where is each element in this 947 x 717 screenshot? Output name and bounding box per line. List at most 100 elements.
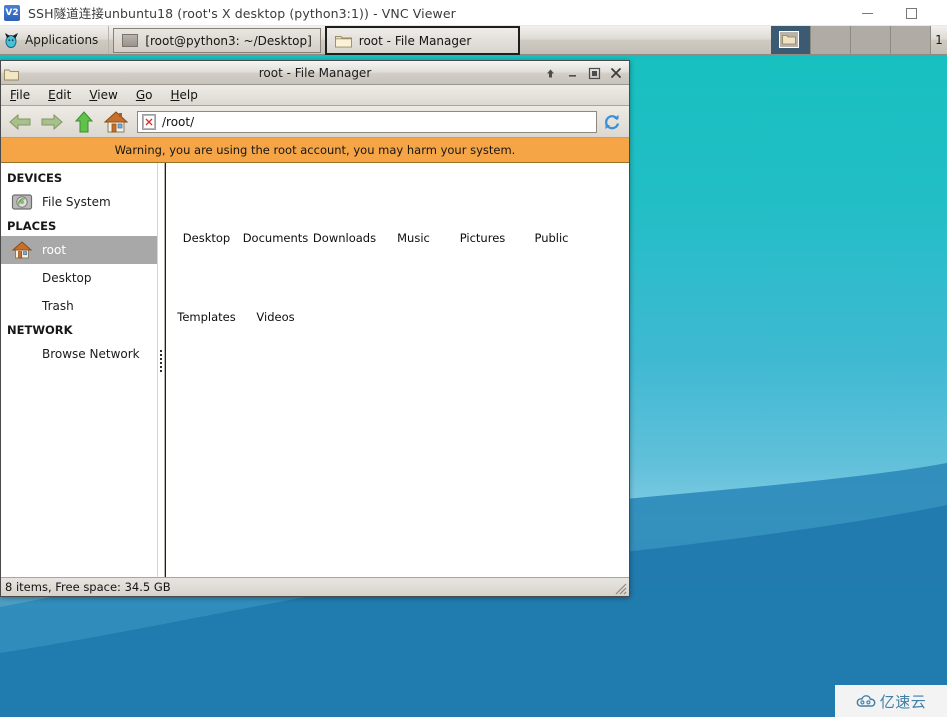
menu-view-label: iew xyxy=(97,88,118,102)
sidebar-item-browse-network[interactable]: Browse Network xyxy=(1,340,157,368)
workspace-pane-4[interactable] xyxy=(891,26,931,54)
file-item-videos-label: Videos xyxy=(256,310,295,324)
vnc-titlebar: V2 SSH隧道连接unbuntu18 (root's X desktop (p… xyxy=(0,0,947,26)
home-icon xyxy=(103,110,129,132)
folder-icon xyxy=(252,183,300,231)
file-item-downloads-label: Downloads xyxy=(312,231,377,245)
arrow-right-icon xyxy=(41,113,63,130)
taskbar-item-terminal[interactable]: [root@python3: ~/Desktop] xyxy=(113,28,321,53)
up-button[interactable] xyxy=(69,108,99,136)
forward-button[interactable] xyxy=(37,108,67,136)
mouse-icon xyxy=(3,32,20,49)
broken-image-icon xyxy=(142,113,156,130)
workspace-pane-2[interactable] xyxy=(811,26,851,54)
terminal-icon xyxy=(122,34,139,47)
vnc-viewer-icon: V2 xyxy=(4,4,20,21)
remote-desktop-canvas[interactable]: Applications [root@python3: ~/Desktop] r… xyxy=(0,26,947,717)
file-item-music-label: Music xyxy=(397,231,430,245)
workspace-switcher[interactable] xyxy=(771,26,931,54)
vnc-minimize-button[interactable] xyxy=(845,0,889,26)
minimize-button[interactable] xyxy=(562,64,582,83)
panel-clock[interactable]: 1 xyxy=(931,26,947,54)
vnc-maximize-button[interactable] xyxy=(889,0,933,26)
file-item-desktop-label: Desktop xyxy=(182,231,231,245)
file-item-templates[interactable]: Templates xyxy=(172,248,241,327)
file-item-public[interactable]: Public xyxy=(517,169,586,248)
sidebar-splitter[interactable] xyxy=(157,163,165,577)
menu-view[interactable]: View xyxy=(80,86,126,104)
taskbar-item-file-manager-label: root - File Manager xyxy=(358,33,472,48)
sidebar-item-trash[interactable]: Trash xyxy=(1,292,157,320)
close-button[interactable] xyxy=(606,64,626,83)
harddisk-icon xyxy=(11,192,33,212)
folder-icon xyxy=(334,34,352,48)
menu-go[interactable]: Go xyxy=(127,86,162,104)
folder-icon xyxy=(390,183,438,231)
minimize-icon xyxy=(568,74,576,77)
workspace-pane-3[interactable] xyxy=(851,26,891,54)
resize-grip[interactable] xyxy=(613,581,627,595)
file-item-downloads[interactable]: Downloads xyxy=(310,169,379,248)
sidebar-item-root-label: root xyxy=(42,243,67,257)
menu-help[interactable]: Help xyxy=(161,86,206,104)
taskbar-item-file-manager[interactable]: root - File Manager xyxy=(324,26,520,55)
sidebar-item-desktop-label: Desktop xyxy=(42,271,92,285)
menu-help-label: elp xyxy=(179,88,198,102)
back-button[interactable] xyxy=(5,108,35,136)
folder-icon xyxy=(459,183,507,231)
watermark: 亿速云 xyxy=(835,685,947,717)
maximize-button[interactable] xyxy=(584,64,604,83)
file-item-pictures[interactable]: Pictures xyxy=(448,169,517,248)
minimize-icon xyxy=(861,12,873,14)
panel-spacer xyxy=(520,26,771,54)
maximize-icon xyxy=(905,7,917,19)
file-item-templates-label: Templates xyxy=(177,310,236,324)
sidebar-item-file-system-label: File System xyxy=(42,195,111,209)
shade-button[interactable] xyxy=(540,64,560,83)
file-manager-menubar: File Edit View Go Help xyxy=(1,85,629,106)
file-manager-window-controls xyxy=(540,61,626,85)
menu-edit[interactable]: Edit xyxy=(39,86,80,104)
arrow-left-icon xyxy=(9,113,31,130)
applications-menu-button[interactable]: Applications xyxy=(0,26,110,54)
file-view[interactable]: Desktop Documents Downloads Music Pictur… xyxy=(165,163,629,577)
path-entry[interactable]: /root/ xyxy=(137,110,597,133)
file-item-public-label: Public xyxy=(534,231,569,245)
sidebar-item-file-system[interactable]: File System xyxy=(1,188,157,216)
sidebar-header-devices: DEVICES xyxy=(7,171,63,185)
sidebar-header-network: NETWORK xyxy=(7,323,73,337)
folder-icon xyxy=(252,262,300,310)
home-button[interactable] xyxy=(101,108,131,136)
vnc-window-title: SSH隧道连接unbuntu18 (root's X desktop (pyth… xyxy=(28,6,456,21)
folder-icon xyxy=(321,183,369,231)
xfce-top-panel: Applications [root@python3: ~/Desktop] r… xyxy=(0,26,947,55)
watermark-text: 亿速云 xyxy=(879,692,927,711)
file-item-pictures-label: Pictures xyxy=(459,231,506,245)
sidebar-item-trash-label: Trash xyxy=(42,299,74,313)
folder-icon xyxy=(183,262,231,310)
file-manager-titlebar[interactable]: root - File Manager xyxy=(1,61,629,85)
file-item-videos[interactable]: Videos xyxy=(241,248,310,327)
taskbar-item-terminal-label: [root@python3: ~/Desktop] xyxy=(145,33,312,48)
maximize-icon xyxy=(588,67,600,79)
file-manager-toolbar: /root/ xyxy=(1,106,629,138)
reload-button[interactable] xyxy=(599,108,625,136)
file-item-documents[interactable]: Documents xyxy=(241,169,310,248)
statusbar-text: 8 items, Free space: 34.5 GB xyxy=(5,580,171,594)
file-icon-grid: Desktop Documents Downloads Music Pictur… xyxy=(172,169,625,327)
sidebar-item-desktop[interactable]: Desktop xyxy=(1,264,157,292)
folder-icon xyxy=(4,66,19,81)
file-manager-title: root - File Manager xyxy=(258,65,372,80)
workspace-pane-1[interactable] xyxy=(771,26,811,54)
menu-go-label: o xyxy=(145,88,153,102)
sidebar-item-root[interactable]: root xyxy=(1,236,157,264)
file-item-music[interactable]: Music xyxy=(379,169,448,248)
folder-icon xyxy=(528,183,576,231)
home-folder-icon xyxy=(11,240,33,260)
file-item-desktop[interactable]: Desktop xyxy=(172,169,241,248)
menu-file[interactable]: File xyxy=(1,86,39,104)
splitter-grip[interactable] xyxy=(159,348,164,374)
file-manager-sidebar: DEVICES File System PLACES root Desktop … xyxy=(1,163,157,577)
close-icon xyxy=(611,68,621,78)
menu-edit-label: dit xyxy=(55,88,72,102)
